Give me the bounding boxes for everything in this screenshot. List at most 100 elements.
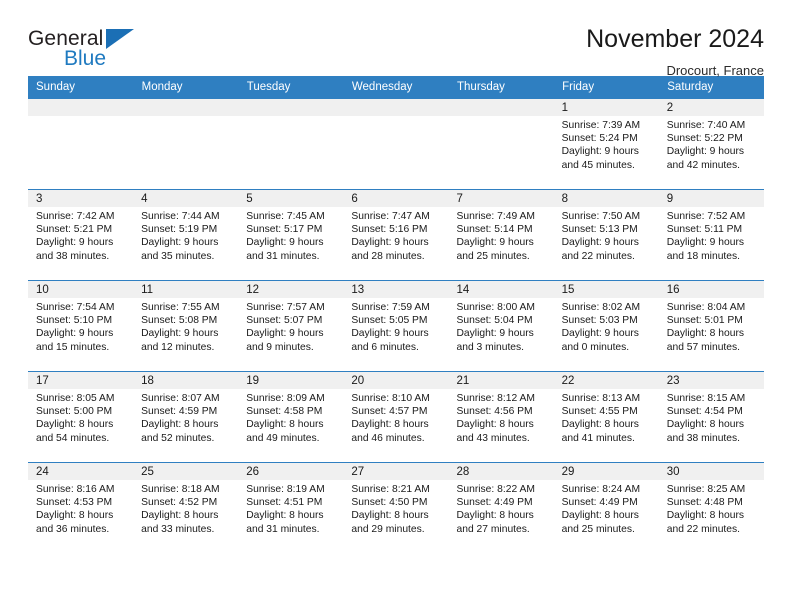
calendar-day-cell[interactable]: 27 Sunrise: 8:21 AM Sunset: 4:50 PM Dayligh… <box>343 462 449 553</box>
daylight-duration-line-2: and 57 minutes. <box>666 341 741 353</box>
calendar-day-cell[interactable]: 26 Sunrise: 8:19 AM Sunset: 4:51 PM Dayligh… <box>238 462 344 553</box>
daylight-duration-line-2: and 6 minutes. <box>351 341 419 353</box>
calendar-day-cell[interactable]: 20 Sunrise: 8:10 AM Sunset: 4:57 PM Dayligh… <box>343 371 449 463</box>
daylight-duration-line-1: Daylight: 9 hours <box>351 237 429 249</box>
page-title: November 2024 <box>586 25 764 53</box>
day-sun-info: Sunrise: 8:05 AM Sunset: 5:00 PM Daylight:… <box>28 389 133 445</box>
calendar-day-cell[interactable]: 19 Sunrise: 8:09 AM Sunset: 4:58 PM Dayligh… <box>238 371 344 463</box>
daylight-duration-line-2: and 42 minutes. <box>666 159 741 171</box>
sunset-time: Sunset: 5:13 PM <box>561 224 638 236</box>
daylight-duration-line-2: and 31 minutes. <box>246 250 320 262</box>
calendar-day-cell[interactable]: 8 Sunrise: 7:50 AM Sunset: 5:13 PM Daylight… <box>553 189 659 281</box>
day-sun-info: Sunrise: 8:25 AM Sunset: 4:48 PM Daylight:… <box>659 480 764 536</box>
day-number: 17 <box>28 372 134 389</box>
sunset-time: Sunset: 5:24 PM <box>561 133 638 145</box>
calendar-day-cell[interactable]: 29 Sunrise: 8:24 AM Sunset: 4:49 PM Dayligh… <box>553 462 659 553</box>
calendar-week-row: 10 Sunrise: 7:54 AM Sunset: 5:10 PM Dayligh… <box>28 280 764 372</box>
logo-word-general: General <box>28 27 104 50</box>
calendar-day-cell[interactable]: 23 Sunrise: 8:15 AM Sunset: 4:54 PM Dayligh… <box>658 371 764 463</box>
calendar-day-cell[interactable]: 7 Sunrise: 7:49 AM Sunset: 5:14 PM Daylight… <box>448 189 554 281</box>
sunrise-time: Sunrise: 7:50 AM <box>561 211 641 222</box>
day-cell-inner: 11 Sunrise: 7:55 AM Sunset: 5:08 PM Dayligh… <box>133 281 239 371</box>
calendar-day-cell[interactable]: 16 Sunrise: 8:04 AM Sunset: 5:01 PM Dayligh… <box>658 280 764 372</box>
day-cell-inner: 28 Sunrise: 8:22 AM Sunset: 4:49 PM Dayligh… <box>448 463 554 553</box>
calendar-day-cell[interactable]: 22 Sunrise: 8:13 AM Sunset: 4:55 PM Dayligh… <box>553 371 659 463</box>
calendar-day-cell[interactable]: 30 Sunrise: 8:25 AM Sunset: 4:48 PM Dayligh… <box>658 462 764 553</box>
calendar-day-cell[interactable]: 13 Sunrise: 7:59 AM Sunset: 5:05 PM Dayligh… <box>343 280 449 372</box>
calendar-day-cell[interactable]: 28 Sunrise: 8:22 AM Sunset: 4:49 PM Dayligh… <box>448 462 554 553</box>
calendar-day-cell[interactable]: 9 Sunrise: 7:52 AM Sunset: 5:11 PM Daylight… <box>658 189 764 281</box>
sunset-time: Sunset: 4:59 PM <box>141 406 218 418</box>
calendar-day-cell[interactable]: 10 Sunrise: 7:54 AM Sunset: 5:10 PM Dayligh… <box>28 280 134 372</box>
daylight-duration-line-1: Daylight: 9 hours <box>36 328 114 340</box>
sunrise-time: Sunrise: 8:19 AM <box>246 484 325 495</box>
sunrise-time: Sunrise: 7:59 AM <box>351 302 430 313</box>
daylight-duration-line-1: Daylight: 9 hours <box>666 146 745 158</box>
daylight-duration-line-1: Daylight: 8 hours <box>666 510 745 522</box>
day-cell-inner: 4 Sunrise: 7:44 AM Sunset: 5:19 PM Daylight… <box>133 190 239 280</box>
daylight-duration-line-1: Daylight: 9 hours <box>456 237 534 249</box>
calendar-day-cell[interactable]: 5 Sunrise: 7:45 AM Sunset: 5:17 PM Daylight… <box>238 189 344 281</box>
day-cell-inner: 7 Sunrise: 7:49 AM Sunset: 5:14 PM Daylight… <box>448 190 554 280</box>
location-subtitle: Drocourt, France <box>666 63 764 79</box>
calendar-day-cell[interactable]: 14 Sunrise: 8:00 AM Sunset: 5:04 PM Dayligh… <box>448 280 554 372</box>
day-sun-info: Sunrise: 7:55 AM Sunset: 5:08 PM Daylight:… <box>133 298 238 354</box>
calendar-day-cell[interactable]: 4 Sunrise: 7:44 AM Sunset: 5:19 PM Daylight… <box>133 189 239 281</box>
day-sun-info: Sunrise: 7:49 AM Sunset: 5:14 PM Daylight:… <box>449 207 554 263</box>
calendar-day-cell-empty <box>343 99 449 190</box>
calendar-day-cell[interactable]: 25 Sunrise: 8:18 AM Sunset: 4:52 PM Dayligh… <box>133 462 239 553</box>
day-number: 7 <box>448 190 554 207</box>
daylight-duration-line-1: Daylight: 9 hours <box>666 237 745 249</box>
day-cell-inner: 17 Sunrise: 8:05 AM Sunset: 5:00 PM Dayligh… <box>28 372 134 462</box>
sunset-time: Sunset: 5:10 PM <box>36 315 113 327</box>
sunrise-time: Sunrise: 7:39 AM <box>561 120 641 131</box>
calendar-day-cell[interactable]: 24 Sunrise: 8:16 AM Sunset: 4:53 PM Dayligh… <box>28 462 134 553</box>
day-sun-info: Sunrise: 8:07 AM Sunset: 4:59 PM Daylight:… <box>133 389 238 445</box>
calendar-day-cell[interactable]: 3 Sunrise: 7:42 AM Sunset: 5:21 PM Daylight… <box>28 189 134 281</box>
sunset-time: Sunset: 4:56 PM <box>456 406 533 418</box>
day-cell-inner: 30 Sunrise: 8:25 AM Sunset: 4:48 PM Dayligh… <box>658 463 764 553</box>
day-cell-inner: 21 Sunrise: 8:12 AM Sunset: 4:56 PM Dayligh… <box>448 372 554 462</box>
daylight-duration-line-2: and 54 minutes. <box>36 432 110 444</box>
sunset-time: Sunset: 4:57 PM <box>351 406 428 418</box>
weekday-header-monday: Monday <box>133 76 239 99</box>
day-number: 3 <box>28 190 134 207</box>
sunrise-time: Sunrise: 8:04 AM <box>666 302 746 313</box>
calendar-day-cell[interactable]: 1 Sunrise: 7:39 AM Sunset: 5:24 PM Daylight… <box>553 99 659 190</box>
daylight-duration-line-2: and 31 minutes. <box>246 523 320 535</box>
sunset-time: Sunset: 4:51 PM <box>246 497 323 509</box>
day-sun-info: Sunrise: 8:09 AM Sunset: 4:58 PM Daylight:… <box>238 389 343 445</box>
sunrise-time: Sunrise: 8:10 AM <box>351 393 430 404</box>
daylight-duration-line-2: and 49 minutes. <box>246 432 320 444</box>
calendar-day-cell[interactable]: 17 Sunrise: 8:05 AM Sunset: 5:00 PM Dayligh… <box>28 371 134 463</box>
sunset-time: Sunset: 5:00 PM <box>36 406 113 418</box>
calendar-day-cell[interactable]: 12 Sunrise: 7:57 AM Sunset: 5:07 PM Dayligh… <box>238 280 344 372</box>
daylight-duration-line-2: and 33 minutes. <box>141 523 215 535</box>
calendar-day-cell[interactable]: 2 Sunrise: 7:40 AM Sunset: 5:22 PM Daylight… <box>658 99 764 190</box>
day-cell-inner: 1 Sunrise: 7:39 AM Sunset: 5:24 PM Daylight… <box>553 99 659 189</box>
day-number: 6 <box>343 190 449 207</box>
general-blue-logo[interactable]: General Blue <box>28 26 178 74</box>
day-number: 25 <box>133 463 239 480</box>
day-cell-inner: 15 Sunrise: 8:02 AM Sunset: 5:03 PM Dayligh… <box>553 281 659 371</box>
calendar-day-cell[interactable]: 11 Sunrise: 7:55 AM Sunset: 5:08 PM Dayligh… <box>133 280 239 372</box>
day-sun-info: Sunrise: 7:39 AM Sunset: 5:24 PM Daylight:… <box>554 116 659 172</box>
day-cell-inner: 20 Sunrise: 8:10 AM Sunset: 4:57 PM Dayligh… <box>343 372 449 462</box>
daylight-duration-line-2: and 45 minutes. <box>561 159 635 171</box>
calendar-day-cell[interactable]: 15 Sunrise: 8:02 AM Sunset: 5:03 PM Dayligh… <box>553 280 659 372</box>
sunset-time: Sunset: 5:16 PM <box>351 224 428 236</box>
day-sun-info: Sunrise: 8:04 AM Sunset: 5:01 PM Daylight:… <box>659 298 764 354</box>
sunset-time: Sunset: 4:48 PM <box>666 497 743 509</box>
weekday-header-wednesday: Wednesday <box>343 76 450 99</box>
sunrise-time: Sunrise: 7:45 AM <box>246 211 325 222</box>
weekday-header-thursday: Thursday <box>448 76 555 99</box>
daylight-duration-line-2: and 38 minutes. <box>36 250 110 262</box>
daylight-duration-line-1: Daylight: 9 hours <box>246 237 324 249</box>
day-sun-info: Sunrise: 7:47 AM Sunset: 5:16 PM Daylight:… <box>343 207 448 263</box>
daylight-duration-line-1: Daylight: 8 hours <box>351 419 429 431</box>
calendar-day-cell[interactable]: 6 Sunrise: 7:47 AM Sunset: 5:16 PM Daylight… <box>343 189 449 281</box>
calendar-day-cell[interactable]: 21 Sunrise: 8:12 AM Sunset: 4:56 PM Dayligh… <box>448 371 554 463</box>
day-sun-info: Sunrise: 7:40 AM Sunset: 5:22 PM Daylight:… <box>659 116 764 172</box>
sunset-time: Sunset: 5:11 PM <box>666 224 743 236</box>
calendar-day-cell[interactable]: 18 Sunrise: 8:07 AM Sunset: 4:59 PM Dayligh… <box>133 371 239 463</box>
